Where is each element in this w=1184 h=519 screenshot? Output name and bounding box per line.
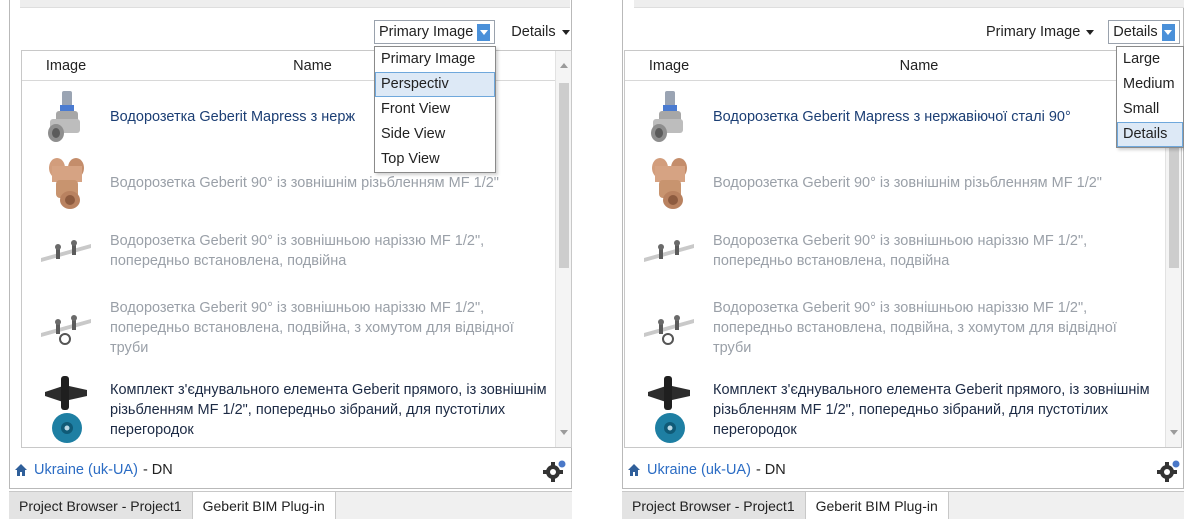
region-suffix: - DN xyxy=(755,462,786,478)
menu-item-top-view[interactable]: Top View xyxy=(375,147,495,172)
item-name: Водорозетка Geberit 90° із зовнішнім різ… xyxy=(713,175,1102,191)
list-item[interactable]: Водорозетка Geberit Mapress з нержавіючо… xyxy=(625,87,1165,147)
item-name: Водорозетка Geberit 90° із зовнішньою на… xyxy=(713,233,1088,269)
toolbar: Primary Image Details xyxy=(982,18,1180,46)
item-name: Комплект з'єднувального елемента Geberit… xyxy=(110,382,547,438)
double-wall-plate-clamp-icon xyxy=(625,309,713,347)
vertical-scrollbar[interactable] xyxy=(555,51,571,447)
wall-elbow-steel-icon xyxy=(625,89,713,145)
item-name: Водорозетка Geberit 90° із зовнішньою на… xyxy=(110,233,485,269)
connector-set-icon xyxy=(625,372,713,447)
wall-elbow-bronze-icon xyxy=(22,154,110,212)
item-name: Водорозетка Geberit 90° із зовнішнім різ… xyxy=(110,175,499,191)
grid-header: Image Name xyxy=(625,51,1165,81)
bottom-tabs: Project Browser - Project1 Geberit BIM P… xyxy=(9,491,572,519)
menu-item-details[interactable]: Details xyxy=(1117,122,1183,147)
footer: Ukraine (uk-UA) - DN xyxy=(14,452,173,488)
list-view-dropdown-label: Details xyxy=(1113,24,1158,40)
image-view-dropdown[interactable]: Primary Image xyxy=(982,20,1098,44)
column-header-name[interactable]: Name xyxy=(713,58,1165,74)
item-name: Водорозетка Geberit Mapress з нержавіючо… xyxy=(713,109,1071,125)
menu-item-perspective[interactable]: Perspectiv xyxy=(375,72,495,97)
scroll-up-icon[interactable] xyxy=(560,63,568,68)
menu-item-side-view[interactable]: Side View xyxy=(375,122,495,147)
item-name: Комплект з'єднувального елемента Geberit… xyxy=(713,382,1150,438)
image-view-dropdown[interactable]: Primary Image xyxy=(374,20,496,44)
image-view-dropdown-label: Primary Image xyxy=(379,24,474,40)
image-view-menu: Primary Image Perspectiv Front View Side… xyxy=(374,46,496,173)
column-header-image[interactable]: Image xyxy=(22,58,110,74)
region-link[interactable]: Ukraine (uk-UA) xyxy=(647,462,751,478)
image-view-dropdown-label: Primary Image xyxy=(986,24,1081,40)
bottom-tabs: Project Browser - Project1 Geberit BIM P… xyxy=(622,491,1184,519)
tab-geberit-plugin[interactable]: Geberit BIM Plug-in xyxy=(804,491,949,519)
product-grid: Image Name Водорозетка Geberit Mapress з… xyxy=(624,50,1182,448)
menu-item-front-view[interactable]: Front View xyxy=(375,97,495,122)
list-item[interactable]: Комплект з'єднувального елемента Geberit… xyxy=(22,371,555,447)
tab-project-browser[interactable]: Project Browser - Project1 xyxy=(622,491,805,519)
scroll-thumb[interactable] xyxy=(559,83,569,268)
column-header-image[interactable]: Image xyxy=(625,58,713,74)
double-wall-plate-icon xyxy=(625,234,713,268)
view-size-menu: Large Medium Small Details xyxy=(1116,46,1184,148)
toolbar: Primary Image Details xyxy=(374,18,574,46)
tab-project-browser[interactable]: Project Browser - Project1 xyxy=(9,491,192,519)
footer: Ukraine (uk-UA) - DN xyxy=(627,452,786,488)
double-wall-plate-icon xyxy=(22,234,110,268)
right-panel: Primary Image Details Image Name Водороз… xyxy=(612,0,1184,519)
left-panel: Primary Image Details Image Name Водороз… xyxy=(0,0,580,519)
chevron-down-icon xyxy=(1086,29,1095,35)
settings-gear-icon[interactable] xyxy=(1156,459,1182,483)
list-view-dropdown[interactable]: Details xyxy=(507,20,573,44)
region-suffix: - DN xyxy=(142,462,173,478)
wall-elbow-bronze-icon xyxy=(625,154,713,212)
tab-geberit-plugin[interactable]: Geberit BIM Plug-in xyxy=(191,491,336,519)
home-icon[interactable] xyxy=(627,463,641,477)
top-strip xyxy=(634,0,1184,8)
list-item[interactable]: Водорозетка Geberit 90° із зовнішньою на… xyxy=(625,287,1165,369)
home-icon[interactable] xyxy=(14,463,28,477)
wall-elbow-steel-icon xyxy=(22,89,110,145)
list-item[interactable]: Водорозетка Geberit 90° із зовнішньою на… xyxy=(625,221,1165,281)
item-name: Водорозетка Geberit 90° із зовнішньою на… xyxy=(713,300,1117,356)
scroll-down-icon[interactable] xyxy=(1170,430,1178,435)
menu-item-large[interactable]: Large xyxy=(1117,47,1183,72)
list-view-dropdown[interactable]: Details xyxy=(1108,20,1180,44)
dropdown-arrow-icon[interactable] xyxy=(1161,23,1175,41)
item-name: Водорозетка Geberit 90° із зовнішньою на… xyxy=(110,300,514,356)
list-item[interactable]: Комплект з'єднувального елемента Geberit… xyxy=(625,371,1165,447)
region-link[interactable]: Ukraine (uk-UA) xyxy=(34,462,138,478)
menu-item-primary-image[interactable]: Primary Image xyxy=(375,47,495,72)
scroll-down-icon[interactable] xyxy=(560,430,568,435)
list-item[interactable]: Водорозетка Geberit 90° із зовнішньою на… xyxy=(22,221,555,281)
settings-gear-icon[interactable] xyxy=(542,459,568,483)
top-strip xyxy=(20,0,570,8)
chevron-down-icon xyxy=(561,29,570,35)
menu-item-medium[interactable]: Medium xyxy=(1117,72,1183,97)
double-wall-plate-clamp-icon xyxy=(22,309,110,347)
connector-set-icon xyxy=(22,372,110,447)
list-item[interactable]: Водорозетка Geberit 90° із зовнішньою на… xyxy=(22,287,555,369)
list-view-dropdown-label: Details xyxy=(511,24,556,40)
dropdown-arrow-icon[interactable] xyxy=(477,23,491,41)
list-item[interactable]: Водорозетка Geberit 90° із зовнішнім різ… xyxy=(625,151,1165,215)
menu-item-small[interactable]: Small xyxy=(1117,97,1183,122)
